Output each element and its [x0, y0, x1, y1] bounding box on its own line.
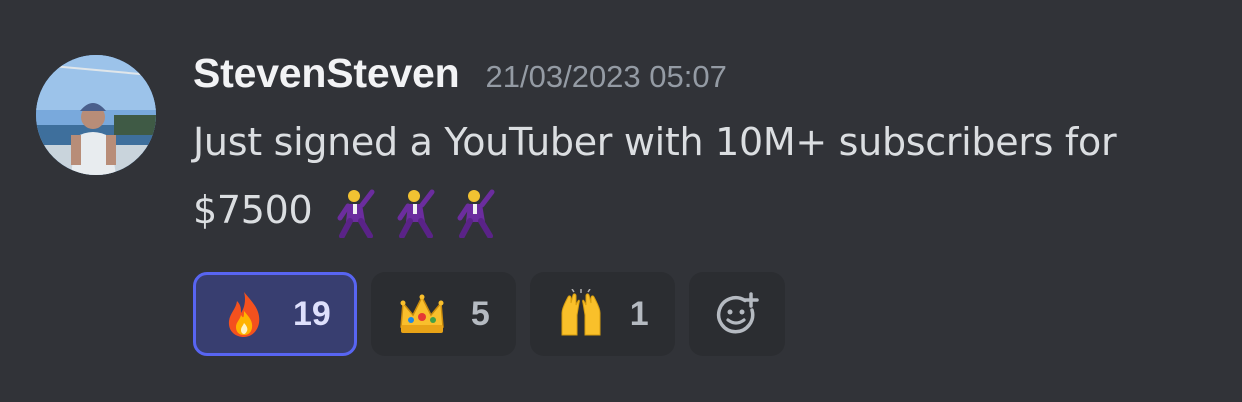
crown-icon [400, 294, 444, 333]
message-text-amount: $7500 [193, 188, 313, 232]
chat-message: StevenSteven 21/03/2023 05:07 Just signe… [0, 0, 1242, 402]
add-reaction-button[interactable] [688, 272, 785, 356]
raising-hands-icon [561, 289, 601, 336]
reaction-count: 1 [629, 294, 649, 333]
add-reaction-icon [716, 292, 759, 334]
author-name[interactable]: StevenSteven [193, 50, 460, 97]
reaction-crown[interactable]: 5 [370, 272, 516, 356]
message-text-line: $7500 [193, 176, 1213, 244]
message-text: Just signed a YouTuber with 10M+ subscri… [193, 108, 1213, 244]
inline-emoji-group [334, 188, 498, 238]
fire-icon [228, 292, 260, 337]
reaction-count: 19 [293, 294, 331, 333]
man-dancing-icon [457, 189, 495, 238]
message-timestamp: 21/03/2023 05:07 [485, 59, 727, 94]
reaction-raising-hands[interactable]: 1 [529, 272, 675, 356]
man-dancing-icon [397, 189, 435, 238]
reaction-bar: 19 5 1 [193, 272, 1212, 356]
reaction-fire[interactable]: 19 [193, 272, 357, 356]
reaction-count: 5 [470, 294, 490, 333]
avatar[interactable] [36, 55, 156, 175]
message-text-line: Just signed a YouTuber with 10M+ subscri… [193, 120, 1117, 164]
man-dancing-icon [337, 189, 375, 238]
